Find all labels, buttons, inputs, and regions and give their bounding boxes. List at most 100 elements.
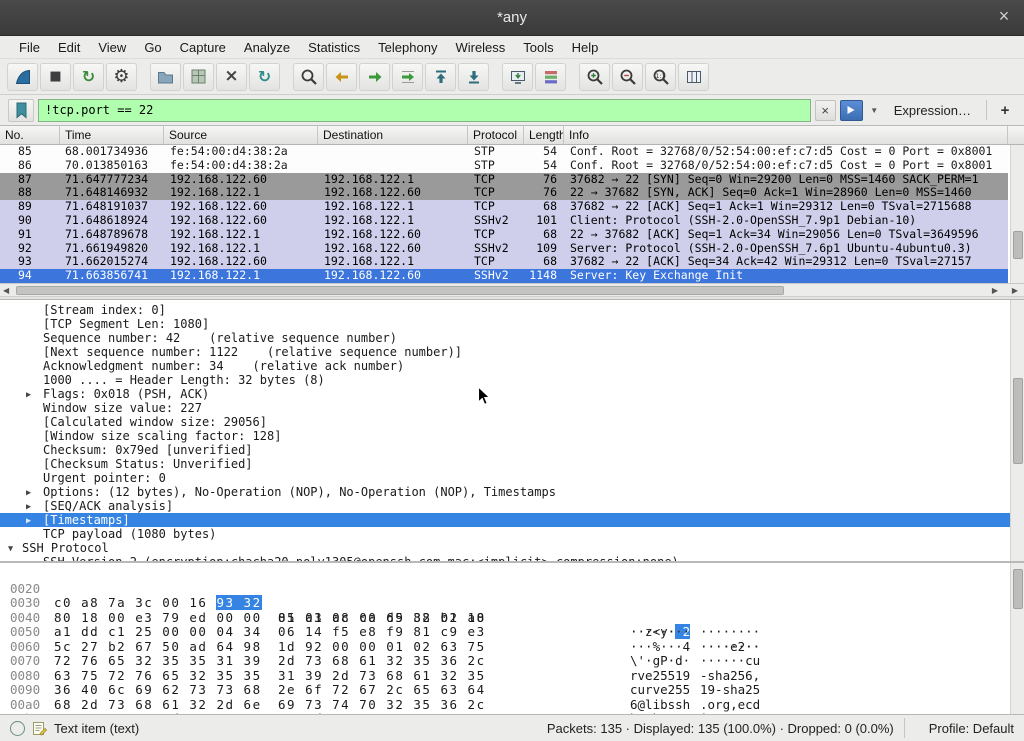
status-profile[interactable]: Profile: Default	[929, 721, 1014, 736]
menu-wireless[interactable]: Wireless	[446, 37, 514, 58]
close-window-button[interactable]: ×	[994, 7, 1014, 25]
find-packet-button[interactable]	[293, 63, 324, 91]
last-packet-button[interactable]	[458, 63, 489, 91]
filter-history-dropdown[interactable]: ▼	[867, 100, 882, 121]
zoom-out-button[interactable]	[612, 63, 643, 91]
menu-tools[interactable]: Tools	[514, 37, 562, 58]
detail-line[interactable]: 1000 .... = Header Length: 32 bytes (8)	[0, 373, 1024, 387]
detail-line-options[interactable]: ▶Options: (12 bytes), No-Operation (NOP)…	[0, 485, 1024, 499]
menu-go[interactable]: Go	[135, 37, 170, 58]
column-header-protocol[interactable]: Protocol	[468, 126, 524, 144]
scrollbar-thumb[interactable]	[16, 286, 784, 295]
scroll-right-arrow-icon[interactable]: ▶	[1012, 286, 1018, 295]
column-header-source[interactable]: Source	[164, 126, 318, 144]
detail-line-flags[interactable]: ▶Flags: 0x018 (PSH, ACK)	[0, 387, 1024, 401]
detail-line[interactable]: [Next sequence number: 1122 (relative se…	[0, 345, 1024, 359]
hex-row-0070[interactable]: 0070 63 75 72 76 65 32 35 3531 39 2d 73 …	[0, 640, 1024, 655]
first-packet-button[interactable]	[425, 63, 456, 91]
detail-line[interactable]: Urgent pointer: 0	[0, 471, 1024, 485]
detail-line[interactable]: [Window size scaling factor: 128]	[0, 429, 1024, 443]
hex-row-0050[interactable]: 0050 5c 27 b2 67 50 ad 64 981d 92 00 00 …	[0, 611, 1024, 626]
menu-telephony[interactable]: Telephony	[369, 37, 446, 58]
menu-edit[interactable]: Edit	[49, 37, 89, 58]
detail-line[interactable]: TCP payload (1080 bytes)	[0, 527, 1024, 541]
display-filter-input[interactable]	[38, 99, 811, 122]
column-header-no[interactable]: No.	[0, 126, 60, 144]
detail-line-ssh-protocol[interactable]: ▼SSH Protocol	[0, 541, 1024, 555]
packet-list-horizontal-scrollbar[interactable]: ◀ ▶ ▶	[0, 283, 1024, 296]
restart-capture-button[interactable]: ↻	[73, 63, 104, 91]
packet-row-89[interactable]: 8971.648191037192.168.122.60192.168.122.…	[0, 200, 1008, 214]
start-capture-button[interactable]	[7, 63, 38, 91]
colorize-button[interactable]	[535, 63, 566, 91]
packet-row-93[interactable]: 9371.662015274192.168.122.60192.168.122.…	[0, 255, 1008, 269]
menu-analyze[interactable]: Analyze	[235, 37, 299, 58]
detail-line[interactable]: Sequence number: 42 (relative sequence n…	[0, 331, 1024, 345]
hex-vertical-scrollbar[interactable]	[1010, 563, 1024, 714]
scrollbar-thumb[interactable]	[1013, 231, 1023, 259]
detail-line-seq-ack[interactable]: ▶[SEQ/ACK analysis]	[0, 499, 1024, 513]
packet-row-94-selected[interactable]: 9471.663856741192.168.122.1192.168.122.6…	[0, 269, 1008, 283]
packet-row-86[interactable]: 8670.013850163fe:54:00:d4:38:2aSTP54Conf…	[0, 159, 1008, 173]
auto-scroll-button[interactable]	[502, 63, 533, 91]
open-file-button[interactable]	[150, 63, 181, 91]
column-header-length[interactable]: Length	[524, 126, 564, 144]
filter-clear-button[interactable]: ×	[815, 100, 836, 121]
packet-row-85[interactable]: 8568.001734936fe:54:00:d4:38:2aSTP54Conf…	[0, 145, 1008, 159]
column-header-info[interactable]: Info	[564, 126, 1008, 144]
detail-line[interactable]: [Stream index: 0]	[0, 303, 1024, 317]
detail-line[interactable]: [Checksum Status: Unverified]	[0, 457, 1024, 471]
hex-row-00b0[interactable]: 00b0 38 34 2c 65 63 64 68 2d73 68 61 32 …	[0, 698, 1024, 713]
zoom-in-button[interactable]	[579, 63, 610, 91]
hex-row-0020[interactable]: 0020 c0 a8 7a 3c 00 16 93 32 85 a3 ac c0…	[0, 567, 1024, 582]
column-header-destination[interactable]: Destination	[318, 126, 468, 144]
detail-line[interactable]: SSH Version 2 (encryption:chacha20-poly1…	[0, 555, 1024, 561]
expander-icon[interactable]: ▼	[8, 542, 13, 555]
capture-options-button[interactable]: ⚙	[106, 63, 137, 91]
go-back-button[interactable]	[326, 63, 357, 91]
add-filter-button[interactable]: +	[994, 99, 1016, 121]
packet-list-vertical-scrollbar[interactable]	[1010, 145, 1024, 283]
scrollbar-thumb[interactable]	[1013, 378, 1023, 464]
detail-vertical-scrollbar[interactable]	[1010, 300, 1024, 561]
hex-row-0080[interactable]: 0080 36 40 6c 69 62 73 73 682e 6f 72 67 …	[0, 654, 1024, 669]
expert-info-icon[interactable]	[10, 721, 25, 736]
detail-line[interactable]: [Calculated window size: 29056]	[0, 415, 1024, 429]
menu-help[interactable]: Help	[563, 37, 608, 58]
column-header-time[interactable]: Time	[60, 126, 164, 144]
detail-line[interactable]: Acknowledgment number: 34 (relative ack …	[0, 359, 1024, 373]
packet-row-92[interactable]: 9271.661949820192.168.122.1192.168.122.6…	[0, 242, 1008, 256]
hex-row-00a0[interactable]: 00a0 65 63 64 68 2d 73 68 6132 2d 6e 69 …	[0, 683, 1024, 698]
stop-capture-button[interactable]: ■	[40, 63, 71, 91]
expander-icon[interactable]: ▶	[26, 388, 31, 401]
expander-icon[interactable]: ▶	[26, 486, 31, 499]
expander-icon[interactable]: ▶	[26, 514, 31, 527]
menu-statistics[interactable]: Statistics	[299, 37, 369, 58]
scroll-left-arrow-icon[interactable]: ◀	[3, 286, 9, 295]
hex-row-0090[interactable]: 0090 68 2d 73 68 61 32 2d 6e69 73 74 70 …	[0, 669, 1024, 684]
filter-bookmark-button[interactable]	[8, 99, 34, 122]
hex-row-0040[interactable]: 0040 a1 dd c1 25 00 00 04 3406 14 f5 e8 …	[0, 596, 1024, 611]
capture-comment-icon[interactable]	[32, 720, 47, 736]
resize-columns-button[interactable]	[678, 63, 709, 91]
close-file-button[interactable]: ×	[216, 63, 247, 91]
scroll-right-arrow-icon[interactable]: ▶	[992, 286, 998, 295]
menu-capture[interactable]: Capture	[171, 37, 235, 58]
detail-line-timestamps-selected[interactable]: ▶[Timestamps]	[0, 513, 1024, 527]
hex-row-0030[interactable]: 0030 80 18 00 e3 79 ed 00 0001 01 08 0a …	[0, 582, 1024, 597]
packet-row-88[interactable]: 8871.648146932192.168.122.1192.168.122.6…	[0, 186, 1008, 200]
packet-row-91[interactable]: 9171.648789678192.168.122.1192.168.122.6…	[0, 228, 1008, 242]
hex-row-0060[interactable]: 0060 72 76 65 32 35 35 31 392d 73 68 61 …	[0, 625, 1024, 640]
filter-apply-button[interactable]	[840, 100, 863, 121]
go-to-packet-button[interactable]	[392, 63, 423, 91]
save-file-button[interactable]	[183, 63, 214, 91]
menu-file[interactable]: File	[10, 37, 49, 58]
detail-line[interactable]: Window size value: 227	[0, 401, 1024, 415]
scrollbar-thumb[interactable]	[1013, 569, 1023, 609]
reload-file-button[interactable]: ↻	[249, 63, 280, 91]
zoom-original-button[interactable]: 1:1	[645, 63, 676, 91]
detail-line[interactable]: Checksum: 0x79ed [unverified]	[0, 443, 1024, 457]
expander-icon[interactable]: ▶	[26, 500, 31, 513]
detail-line[interactable]: [TCP Segment Len: 1080]	[0, 317, 1024, 331]
menu-view[interactable]: View	[89, 37, 135, 58]
